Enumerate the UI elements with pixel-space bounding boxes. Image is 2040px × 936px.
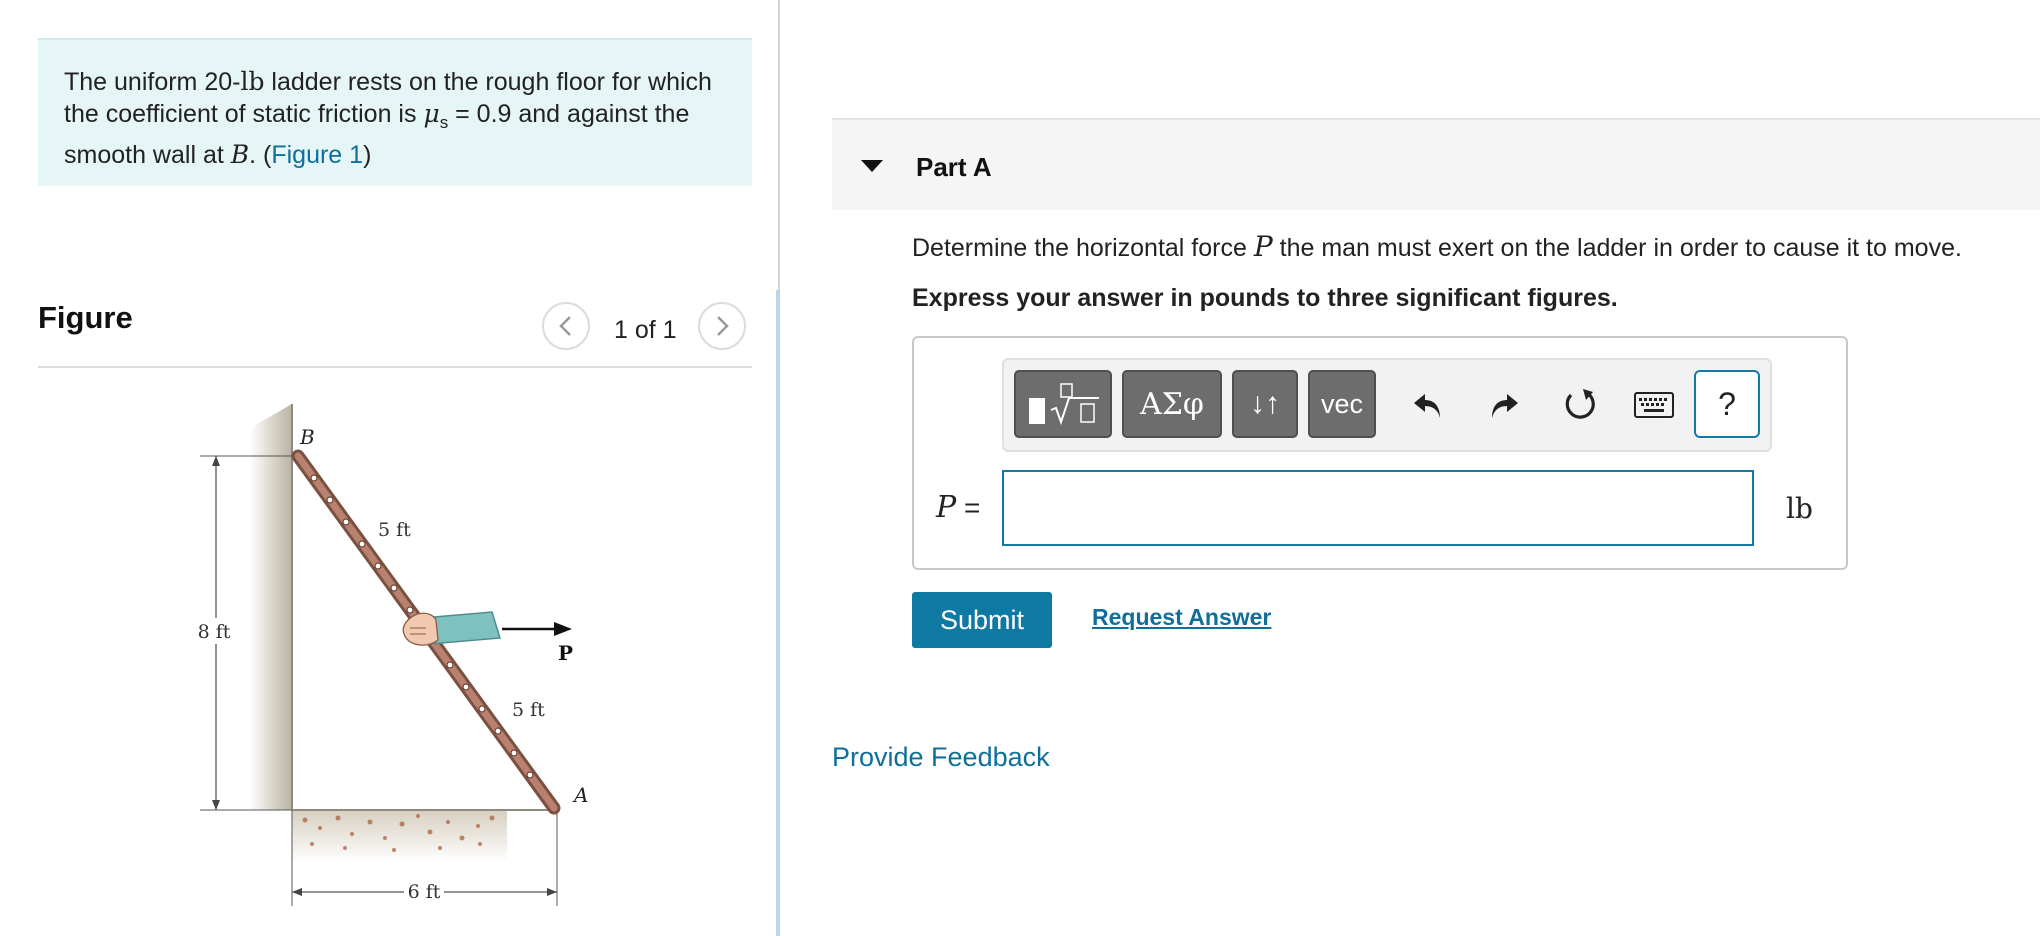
undo-icon [1414, 394, 1440, 418]
question-text: Determine the horizontal force P the man… [912, 230, 1962, 263]
templates-button[interactable] [1014, 370, 1112, 438]
answer-equals: = [956, 492, 981, 523]
answer-box: ΑΣφ ↓↑ vec ? P = lb [912, 336, 1848, 570]
request-answer-link[interactable]: Request Answer [1092, 604, 1271, 631]
point-b-label: B [299, 425, 315, 449]
instruction-text: Express your answer in pounds to three s… [912, 284, 1618, 312]
redo-icon [1492, 394, 1518, 418]
help-button[interactable]: ? [1694, 370, 1760, 438]
mu-symbol: μ [423, 99, 440, 128]
next-figure-button[interactable] [698, 302, 746, 350]
answer-variable: P [936, 490, 957, 525]
problem-text-5: ) [363, 141, 372, 169]
part-a-header[interactable]: Part A [832, 118, 2040, 210]
greek-symbols-button[interactable]: ΑΣφ [1122, 370, 1222, 438]
keyboard-button[interactable] [1626, 374, 1682, 436]
force-label: P [558, 641, 573, 665]
point-b: B [230, 140, 250, 169]
question-text-2: the man must exert on the ladder in orde… [1272, 234, 1962, 262]
question-text-1: Determine the horizontal force [912, 234, 1254, 262]
figure-divider [38, 366, 752, 368]
weight-unit: lb [240, 67, 265, 96]
greek-symbols-label: ΑΣφ [1140, 386, 1204, 422]
height-label: 8 ft [198, 621, 231, 643]
problem-text-1: The uniform 20- [64, 68, 241, 96]
problem-text-4: . ( [249, 141, 272, 169]
mu-subscript: s [439, 113, 449, 132]
ladder-figure: 8 ft 6 ft P B A 5 ft 5 ft [194, 404, 588, 906]
problem-statement: The uniform 20-lb ladder rests on the ro… [38, 38, 752, 186]
arrows-button[interactable]: ↓↑ [1232, 370, 1298, 438]
figure-counter: 1 of 1 [614, 316, 677, 344]
previous-figure-button[interactable] [542, 302, 590, 350]
lower-length-label: 5 ft [512, 699, 545, 721]
figure-title: Figure [38, 300, 133, 335]
pane-scrollbar[interactable] [776, 290, 780, 936]
question-variable: P [1253, 230, 1273, 263]
vector-label: vec [1320, 388, 1364, 419]
math-toolbar: ΑΣφ ↓↑ vec ? [1002, 358, 1772, 452]
submit-button[interactable]: Submit [912, 592, 1052, 648]
wall [250, 404, 292, 810]
answer-variable-label: P = [936, 490, 980, 525]
chevron-right-icon [717, 316, 729, 336]
upper-length-label: 5 ft [378, 519, 411, 541]
problem-pane: The uniform 20-lb ladder rests on the ro… [0, 0, 780, 936]
part-title: Part A [916, 152, 992, 182]
undo-button[interactable] [1400, 374, 1456, 436]
answer-input[interactable] [1002, 470, 1754, 546]
caret-down-icon[interactable] [860, 158, 884, 174]
chevron-left-icon [559, 316, 571, 336]
answer-unit: lb [1786, 492, 1813, 525]
reset-icon [1565, 389, 1595, 419]
fraction-sqrt-templates-icon [1029, 383, 1099, 426]
floor [292, 810, 507, 862]
figure-link[interactable]: Figure 1 [271, 141, 363, 169]
arrows-label: ↓↑ [1250, 387, 1280, 420]
redo-button[interactable] [1476, 374, 1532, 436]
vector-button[interactable]: vec [1308, 370, 1376, 438]
base-label: 6 ft [408, 881, 441, 903]
reset-button[interactable] [1552, 374, 1608, 436]
keyboard-icon [1634, 392, 1674, 418]
point-a-label: A [572, 783, 588, 807]
provide-feedback-link[interactable]: Provide Feedback [832, 742, 1050, 773]
